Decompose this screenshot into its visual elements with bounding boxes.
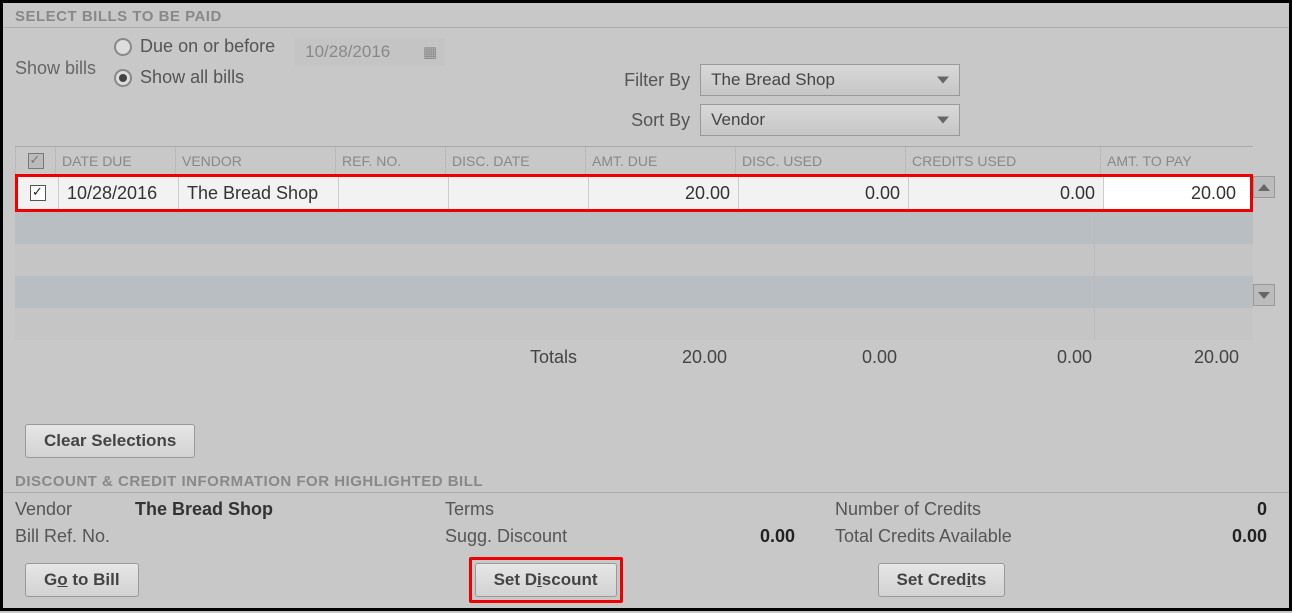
sugg-disc-value: 0.00 [605,526,835,547]
total-credits-value: 0.00 [1055,526,1267,547]
empty-row [15,212,1253,244]
radio-icon [114,69,132,87]
radio-show-all-bills[interactable]: Show all bills [114,67,275,88]
sort-by-value: Vendor [711,110,765,130]
sort-by-label: Sort By [610,110,690,131]
check-icon [30,185,46,201]
cell-ref-no [338,177,448,209]
filter-by-value: The Bread Shop [711,70,835,90]
radio-all-label: Show all bills [140,67,244,88]
date-value: 10/28/2016 [305,42,390,62]
scroll-down-button[interactable] [1253,284,1275,306]
highlighted-row-frame: 10/28/2016 The Bread Shop 20.00 0.00 0.0… [15,174,1253,212]
total-credits-label: Total Credits Available [835,526,1055,547]
table-header: DATE DUE VENDOR REF. NO. DISC. DATE AMT.… [15,146,1253,174]
date-input-disabled: 10/28/2016 ▦ [295,38,445,66]
filter-by-dropdown[interactable]: The Bread Shop [700,64,960,96]
total-amt-due: 20.00 [585,347,735,368]
filter-by-label: Filter By [610,70,690,91]
th-vendor[interactable]: VENDOR [175,147,335,174]
filter-sort-group: Filter By The Bread Shop Sort By Vendor [610,64,960,136]
bills-table: DATE DUE VENDOR REF. NO. DISC. DATE AMT.… [15,146,1277,340]
calendar-icon: ▦ [423,43,437,61]
set-discount-highlight: Set Discount [469,557,623,603]
cell-amt-due: 20.00 [588,177,738,209]
sort-by-dropdown[interactable]: Vendor [700,104,960,136]
discount-credit-info: Vendor The Bread Shop Terms Number of Cr… [3,493,1289,547]
chevron-down-icon [937,117,949,124]
th-date-due[interactable]: DATE DUE [55,147,175,174]
terms-label: Terms [445,499,605,520]
radio-icon [114,38,132,56]
vendor-label: Vendor [15,499,135,520]
empty-row [15,308,1253,340]
th-credits-used[interactable]: CREDITS USED [905,147,1100,174]
th-amt-to-pay[interactable]: AMT. TO PAY [1100,147,1253,174]
th-disc-date[interactable]: DISC. DATE [445,147,585,174]
check-icon [28,153,44,169]
set-credits-button[interactable]: Set Credits [878,563,1006,597]
th-ref-no[interactable]: REF. NO. [335,147,445,174]
totals-label: Totals [15,347,585,368]
empty-row [15,244,1253,276]
total-credits-used: 0.00 [905,347,1100,368]
chevron-down-icon [937,77,949,84]
num-credits-label: Number of Credits [835,499,1055,520]
cell-amt-to-pay[interactable]: 20.00 [1103,177,1250,209]
show-bills-radio-group: Due on or before Show all bills [114,36,275,88]
chevron-down-icon [1258,292,1270,299]
empty-row [15,276,1253,308]
table-row[interactable]: 10/28/2016 The Bread Shop 20.00 0.00 0.0… [18,177,1250,209]
section-select-title: SELECT BILLS TO BE PAID [3,3,1289,28]
show-bills-label: Show bills [15,58,96,79]
cell-vendor: The Bread Shop [178,177,338,209]
select-all-checkbox[interactable] [15,147,55,174]
cell-credits-used: 0.00 [908,177,1103,209]
empty-rows [15,212,1253,340]
totals-row: Totals 20.00 0.00 0.00 20.00 [15,340,1277,374]
section-discount-title: DISCOUNT & CREDIT INFORMATION FOR HIGHLI… [3,468,1289,493]
clear-selections-button[interactable]: Clear Selections [25,424,195,458]
total-disc-used: 0.00 [735,347,905,368]
radio-due-label: Due on or before [140,36,275,57]
scroll-up-button[interactable] [1253,176,1275,198]
chevron-up-icon [1258,184,1270,191]
total-amt-to-pay: 20.00 [1100,347,1277,368]
th-amt-due[interactable]: AMT. DUE [585,147,735,174]
row-checkbox[interactable] [18,177,58,209]
bill-ref-label: Bill Ref. No. [15,526,135,547]
go-to-bill-button[interactable]: Go to Bill [25,563,139,597]
radio-due-on-or-before[interactable]: Due on or before [114,36,275,57]
num-credits-value: 0 [1055,499,1267,520]
cell-disc-used: 0.00 [738,177,908,209]
sugg-disc-label: Sugg. Discount [445,526,605,547]
action-buttons: Go to Bill Set Discount Set Credits [3,547,1289,613]
cell-date-due: 10/28/2016 [58,177,178,209]
th-disc-used[interactable]: DISC. USED [735,147,905,174]
set-discount-button[interactable]: Set Discount [475,563,617,597]
cell-disc-date [448,177,588,209]
filter-area: Show bills Due on or before Show all bil… [3,28,1289,140]
vendor-value: The Bread Shop [135,499,445,520]
